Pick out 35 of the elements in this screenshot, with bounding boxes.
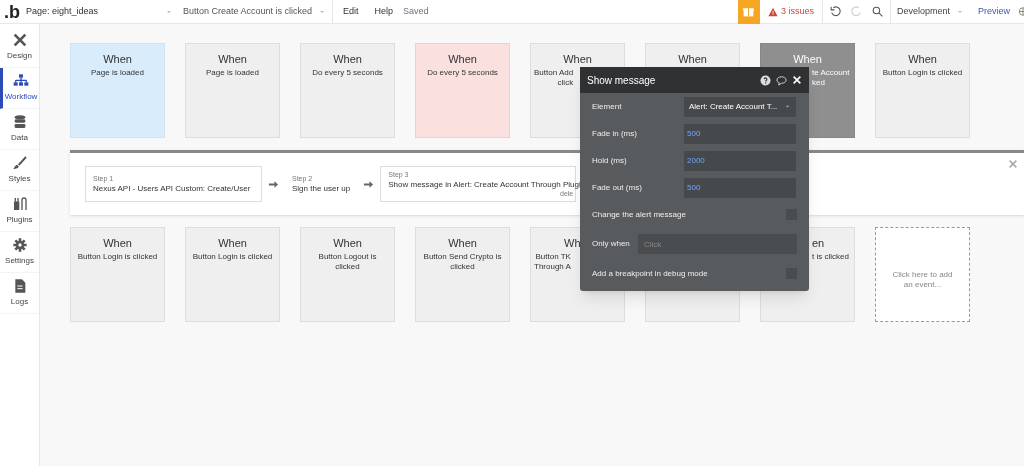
event-title: When — [793, 52, 822, 66]
event-description: Button Send Crypto is clicked — [422, 252, 503, 272]
event-title: When — [333, 52, 362, 66]
issues-count: 3 issues — [780, 4, 814, 18]
event-title: When — [563, 52, 592, 66]
event-description: Page is loaded — [90, 68, 145, 78]
event-description: Button Login is clicked — [881, 68, 964, 78]
event-description: Button Add click — [534, 68, 574, 88]
event-title: When — [103, 52, 132, 66]
event-title: Wh — [564, 236, 581, 250]
event-title: When — [448, 52, 477, 66]
event-title: When — [448, 236, 477, 250]
event-description: Button Login is clicked — [76, 252, 159, 262]
event-title: en — [812, 236, 825, 250]
step-text: Nexus API - Users API Custom: Create/User — [93, 183, 251, 194]
field-label: Element — [592, 100, 623, 113]
event-title: When — [333, 236, 362, 250]
checkbox-label: Change the alert message — [592, 208, 687, 221]
event-title: When — [103, 236, 132, 250]
event-title: When — [908, 52, 937, 66]
event-description: Page is loaded — [205, 68, 260, 78]
event-description: te Account ked — [812, 68, 850, 88]
event-description: Button Login is clicked — [191, 252, 274, 262]
event-description: t is clicked — [812, 252, 849, 262]
event-title: When — [678, 52, 707, 66]
field-label: Fade out (ms) — [592, 181, 643, 194]
event-description: Button Logout is clicked — [317, 252, 378, 272]
event-description: Do every 5 seconds — [426, 68, 499, 78]
event-description: Button TK Through A — [534, 252, 571, 272]
event-title: When — [218, 52, 247, 66]
event-title: When — [218, 236, 247, 250]
step-text: Sign the user up — [292, 183, 351, 194]
field-label: Hold (ms) — [592, 154, 628, 167]
save-status: Saved — [403, 4, 429, 18]
event-description: Do every 5 seconds — [311, 68, 384, 78]
